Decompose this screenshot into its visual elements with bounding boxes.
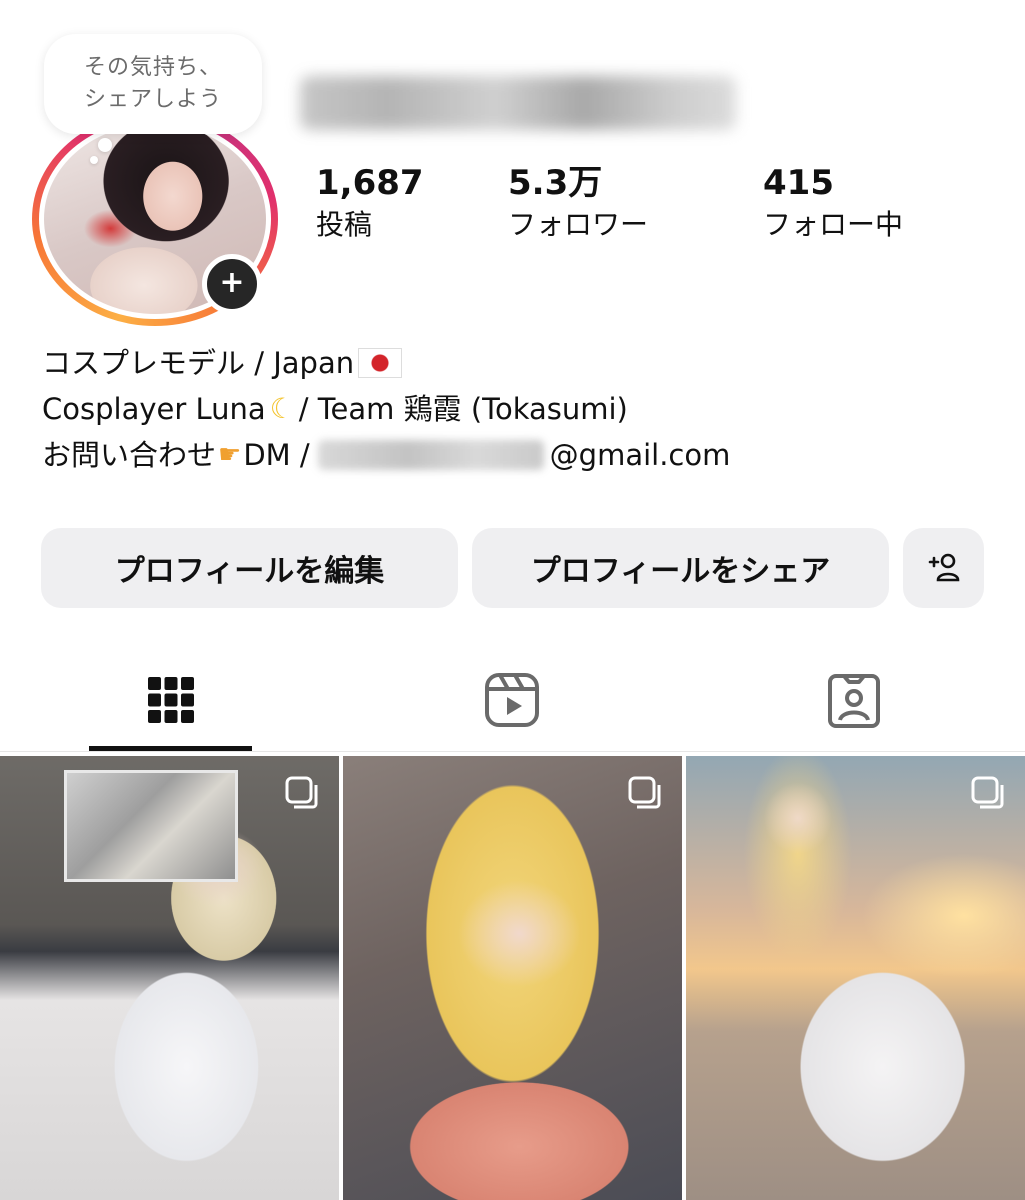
- stat-followers[interactable]: 5.3万 フォロワー: [508, 162, 648, 244]
- tabs-divider: [0, 751, 1025, 752]
- multiple-posts-icon: [628, 776, 661, 809]
- plus-icon: +: [219, 265, 245, 300]
- japan-flag-icon: [358, 348, 403, 378]
- posts-label: 投稿: [316, 208, 373, 241]
- posts-count: 1,687: [316, 163, 424, 203]
- edit-profile-button[interactable]: プロフィールを編集: [41, 528, 458, 608]
- followers-count: 5.3万: [508, 163, 603, 203]
- note-text-line2: シェアしよう: [83, 87, 222, 112]
- discover-people-button[interactable]: [903, 528, 984, 608]
- following-label: フォロー中: [763, 208, 904, 241]
- pointing-hand-icon: ☛: [218, 440, 242, 470]
- profile-bio: コスプレモデル / Japan Cosplayer Luna ☾ / Team …: [42, 340, 942, 478]
- stat-following[interactable]: 415 フォロー中: [763, 162, 903, 244]
- bio-line-1: コスプレモデル / Japan: [42, 340, 942, 386]
- tab-grid[interactable]: [131, 660, 211, 740]
- note-text-line1: その気持ち、: [83, 55, 222, 80]
- multiple-posts-icon: [971, 776, 1004, 809]
- share-profile-button[interactable]: プロフィールをシェア: [472, 528, 889, 608]
- username-blurred: [300, 76, 736, 130]
- following-count: 415: [763, 163, 834, 203]
- tab-tagged[interactable]: [814, 660, 894, 740]
- reels-icon: [485, 673, 539, 727]
- bio-line-2: Cosplayer Luna ☾ / Team 鶏霞 (Tokasumi): [42, 386, 942, 432]
- add-story-button[interactable]: +: [202, 254, 262, 314]
- note-bubble-tail-small: [90, 156, 98, 164]
- followers-label: フォロワー: [508, 208, 649, 241]
- email-blurred: [317, 440, 544, 470]
- email-domain[interactable]: @gmail.com: [550, 432, 731, 478]
- add-person-icon: [928, 553, 959, 582]
- post-image: [343, 756, 682, 1200]
- post-thumbnail[interactable]: [343, 756, 682, 1200]
- wall-art-detail: [64, 770, 238, 882]
- multiple-posts-icon: [285, 776, 318, 809]
- bio-line-3: お問い合わせ ☛ DM / @gmail.com: [42, 432, 942, 478]
- stat-posts[interactable]: 1,687 投稿: [316, 162, 424, 244]
- crescent-moon-icon: ☾: [269, 392, 295, 425]
- tagged-icon: [828, 674, 880, 728]
- note-bubble[interactable]: その気持ち、 シェアしよう: [44, 34, 262, 134]
- grid-icon: [148, 677, 194, 723]
- post-image: [686, 756, 1025, 1200]
- tab-reels[interactable]: [472, 660, 552, 740]
- post-thumbnail[interactable]: [0, 756, 339, 1200]
- post-thumbnail[interactable]: [686, 756, 1025, 1200]
- note-bubble-tail: [98, 138, 112, 152]
